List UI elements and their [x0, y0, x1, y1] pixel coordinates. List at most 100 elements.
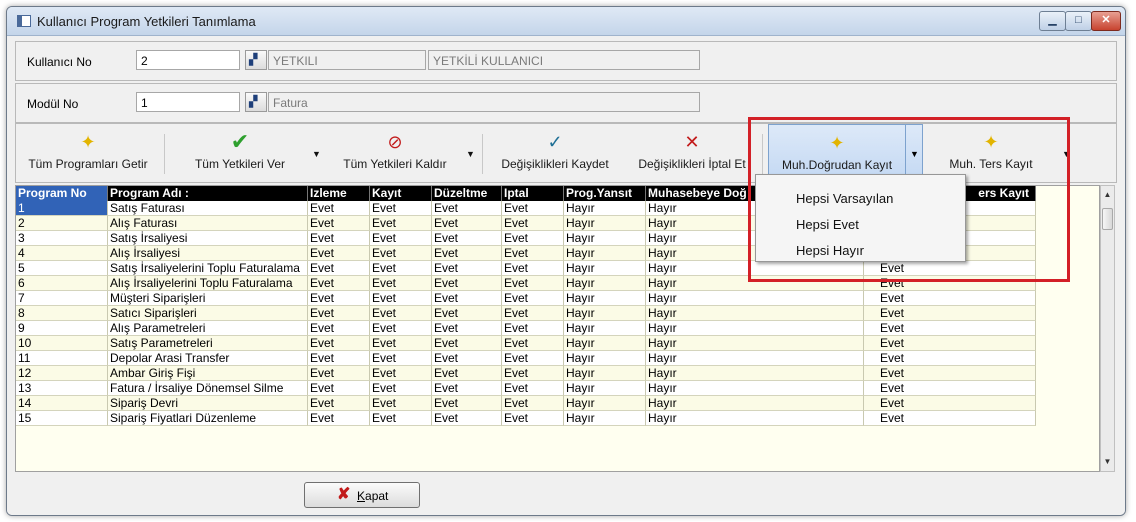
cell-edit[interactable]: Evet — [432, 201, 502, 216]
cell-to-accounting[interactable]: Hayır — [646, 321, 864, 336]
cell-record[interactable]: Evet — [370, 261, 432, 276]
cell-reverse-record[interactable]: Evet — [864, 261, 1036, 276]
cell-edit[interactable]: Evet — [432, 276, 502, 291]
cell-reflect[interactable]: Hayır — [564, 381, 646, 396]
cell-view[interactable]: Evet — [308, 261, 370, 276]
cell-reverse-record[interactable]: Evet — [864, 381, 1036, 396]
table-row[interactable]: 5 Satış İrsaliyelerini Toplu Faturalama Ev… — [16, 261, 1036, 276]
table-row[interactable]: 11 Depolar Arasi Transfer Evet Evet Evet Evet… — [16, 351, 1036, 366]
cell-view[interactable]: Evet — [308, 291, 370, 306]
cell-reverse-record[interactable]: Evet — [864, 396, 1036, 411]
cell-edit[interactable]: Evet — [432, 246, 502, 261]
cell-reflect[interactable]: Hayır — [564, 351, 646, 366]
cell-reverse-record[interactable]: Evet — [864, 291, 1036, 306]
cell-reverse-record[interactable]: Evet — [864, 366, 1036, 381]
cell-cancel[interactable]: Evet — [502, 321, 564, 336]
cell-reflect[interactable]: Hayır — [564, 201, 646, 216]
cell-cancel[interactable]: Evet — [502, 411, 564, 426]
cell-to-accounting[interactable]: Hayır — [646, 366, 864, 381]
cell-view[interactable]: Evet — [308, 336, 370, 351]
cell-record[interactable]: Evet — [370, 291, 432, 306]
cell-edit[interactable]: Evet — [432, 411, 502, 426]
cell-reverse-record[interactable]: Evet — [864, 276, 1036, 291]
module-lookup-button[interactable]: ▞ — [245, 92, 267, 112]
cell-cancel[interactable]: Evet — [502, 261, 564, 276]
cell-view[interactable]: Evet — [308, 411, 370, 426]
cell-to-accounting[interactable]: Hayır — [646, 411, 864, 426]
cell-cancel[interactable]: Evet — [502, 366, 564, 381]
cell-record[interactable]: Evet — [370, 411, 432, 426]
cell-to-accounting[interactable]: Hayır — [646, 291, 864, 306]
table-row[interactable]: 9 Alış Parametreleri Evet Evet Evet Evet Hayır… — [16, 321, 1036, 336]
cell-view[interactable]: Evet — [308, 231, 370, 246]
close-button[interactable]: ✘ Kapat — [304, 482, 420, 508]
cell-to-accounting[interactable]: Hayır — [646, 276, 864, 291]
menu-item-all-yes[interactable]: Hepsi Evet — [796, 217, 859, 232]
cell-program-no[interactable]: 11 — [16, 351, 108, 366]
scroll-down-arrow[interactable]: ▼ — [1101, 455, 1114, 469]
cell-cancel[interactable]: Evet — [502, 336, 564, 351]
column-header-reflect[interactable]: Prog.Yansıt — [564, 186, 646, 201]
cell-edit[interactable]: Evet — [432, 396, 502, 411]
cell-cancel[interactable]: Evet — [502, 351, 564, 366]
column-header-view[interactable]: Izleme — [308, 186, 370, 201]
cell-program-name[interactable]: Ambar Giriş Fişi — [108, 366, 308, 381]
cell-reflect[interactable]: Hayır — [564, 261, 646, 276]
cell-to-accounting[interactable]: Hayır — [646, 306, 864, 321]
grant-all-button[interactable]: ✔ Tüm Yetkileri Ver — [176, 124, 304, 182]
module-no-field[interactable]: 1 — [136, 92, 240, 112]
cell-program-name[interactable]: Satış Parametreleri — [108, 336, 308, 351]
cell-edit[interactable]: Evet — [432, 231, 502, 246]
minimize-button[interactable]: ▁ — [1039, 11, 1066, 31]
cell-program-name[interactable]: Depolar Arasi Transfer — [108, 351, 308, 366]
cell-record[interactable]: Evet — [370, 276, 432, 291]
cell-record[interactable]: Evet — [370, 216, 432, 231]
cell-program-no[interactable]: 2 — [16, 216, 108, 231]
cell-edit[interactable]: Evet — [432, 381, 502, 396]
grant-all-dropdown-arrow[interactable]: ▼ — [312, 149, 321, 159]
cell-program-no[interactable]: 3 — [16, 231, 108, 246]
cell-reflect[interactable]: Hayır — [564, 321, 646, 336]
table-row[interactable]: 12 Ambar Giriş Fişi Evet Evet Evet Evet Hayır H… — [16, 366, 1036, 381]
cell-record[interactable]: Evet — [370, 396, 432, 411]
table-row[interactable]: 8 Satıcı Siparişleri Evet Evet Evet Evet Hayır… — [16, 306, 1036, 321]
column-header-cancel[interactable]: Iptal — [502, 186, 564, 201]
cell-reflect[interactable]: Hayır — [564, 411, 646, 426]
vertical-scrollbar[interactable]: ▲ ▼ — [1100, 185, 1115, 472]
cell-cancel[interactable]: Evet — [502, 276, 564, 291]
cell-program-name[interactable]: Alış Faturası — [108, 216, 308, 231]
cell-program-no[interactable]: 4 — [16, 246, 108, 261]
cell-reverse-record[interactable]: Evet — [864, 306, 1036, 321]
cell-cancel[interactable]: Evet — [502, 306, 564, 321]
cell-cancel[interactable]: Evet — [502, 246, 564, 261]
cell-record[interactable]: Evet — [370, 366, 432, 381]
cell-record[interactable]: Evet — [370, 351, 432, 366]
cell-reflect[interactable]: Hayır — [564, 306, 646, 321]
cell-record[interactable]: Evet — [370, 246, 432, 261]
cell-program-name[interactable]: Satış İrsaliyelerini Toplu Faturalama — [108, 261, 308, 276]
cell-record[interactable]: Evet — [370, 306, 432, 321]
table-row[interactable]: 10 Satış Parametreleri Evet Evet Evet Evet Hay… — [16, 336, 1036, 351]
reverse-record-dropdown-arrow[interactable]: ▼ — [1062, 149, 1071, 159]
revoke-all-dropdown-arrow[interactable]: ▼ — [466, 149, 475, 159]
cell-edit[interactable]: Evet — [432, 366, 502, 381]
cell-record[interactable]: Evet — [370, 321, 432, 336]
menu-item-all-default[interactable]: Hepsi Varsayılan — [796, 191, 893, 206]
cell-view[interactable]: Evet — [308, 366, 370, 381]
cell-program-name[interactable]: Alış İrsaliyelerini Toplu Faturalama — [108, 276, 308, 291]
cell-cancel[interactable]: Evet — [502, 291, 564, 306]
cell-reflect[interactable]: Hayır — [564, 231, 646, 246]
cell-to-accounting[interactable]: Hayır — [646, 381, 864, 396]
cell-reflect[interactable]: Hayır — [564, 396, 646, 411]
cell-program-name[interactable]: Alış Parametreleri — [108, 321, 308, 336]
cell-edit[interactable]: Evet — [432, 216, 502, 231]
cell-reflect[interactable]: Hayır — [564, 216, 646, 231]
cell-program-no[interactable]: 9 — [16, 321, 108, 336]
scroll-up-arrow[interactable]: ▲ — [1101, 188, 1114, 202]
cell-view[interactable]: Evet — [308, 396, 370, 411]
cell-to-accounting[interactable]: Hayır — [646, 336, 864, 351]
cell-program-name[interactable]: Müşteri Siparişleri — [108, 291, 308, 306]
cell-program-name[interactable]: Fatura / İrsaliye Dönemsel Silme — [108, 381, 308, 396]
cell-view[interactable]: Evet — [308, 351, 370, 366]
cell-program-name[interactable]: Alış İrsaliyesi — [108, 246, 308, 261]
